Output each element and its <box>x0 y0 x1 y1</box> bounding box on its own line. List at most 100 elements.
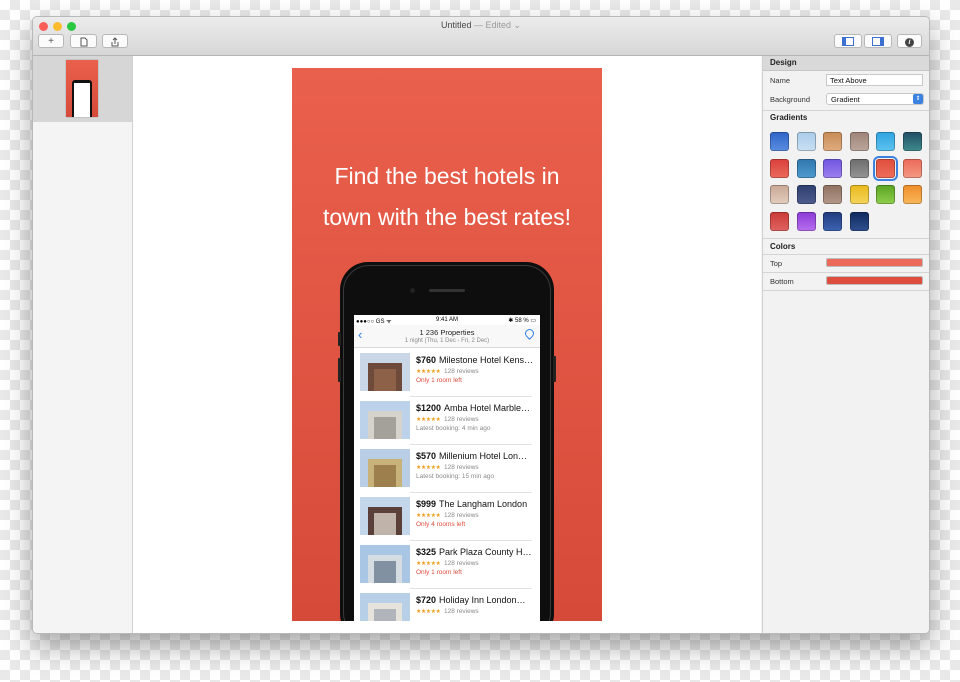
hotel-photo <box>360 449 410 487</box>
pages-sidebar <box>33 56 133 633</box>
camera-icon <box>410 288 415 293</box>
edited-indicator[interactable]: — Edited ⌄ <box>474 20 521 30</box>
toggle-right-sidebar-button[interactable] <box>864 34 892 48</box>
review-count: 128 reviews <box>444 608 479 615</box>
app-window: Untitled — Edited ⌄ + i Find the best ho… <box>32 16 930 634</box>
gradient-swatch[interactable] <box>849 132 869 151</box>
gradient-swatch[interactable] <box>796 185 816 204</box>
add-icon: + <box>48 36 54 47</box>
hotel-list-item[interactable]: $1200 Amba Hotel Marble… ★★★★★ 128 reviews L… <box>354 397 540 445</box>
review-count: 128 reviews <box>444 416 479 423</box>
headline-line-1: Find the best hotels in <box>334 163 560 189</box>
title-bar: Untitled — Edited ⌄ + i <box>33 17 929 56</box>
gradient-swatch[interactable] <box>823 158 842 178</box>
name-label: Name <box>770 76 791 85</box>
thumbnail-screen <box>74 83 90 117</box>
gradients-header: Gradients <box>770 113 808 122</box>
headline-line-2: town with the best rates! <box>322 204 571 230</box>
hotel-name: Park Plaza County H… <box>439 547 532 557</box>
gradient-swatch[interactable] <box>770 132 789 151</box>
gradient-swatch[interactable] <box>849 185 869 204</box>
gradient-swatch[interactable] <box>770 185 789 204</box>
background-label: Background <box>770 95 811 104</box>
hotel-photo <box>360 401 410 439</box>
add-button[interactable]: + <box>38 34 64 48</box>
design-header: Design <box>763 56 929 71</box>
hotel-price: $760 <box>416 355 437 365</box>
share-icon <box>111 37 119 47</box>
hotel-list-item[interactable]: $760 Milestone Hotel Kens… ★★★★★ 128 review… <box>354 349 540 397</box>
gradient-swatch[interactable] <box>902 158 922 178</box>
gradient-swatch[interactable] <box>796 132 816 151</box>
hotel-price: $999 <box>416 499 437 509</box>
gradient-swatch[interactable] <box>823 185 842 204</box>
review-count: 128 reviews <box>444 512 479 519</box>
gradient-swatch[interactable] <box>902 185 922 204</box>
gradient-swatch[interactable] <box>796 158 816 178</box>
star-rating-icon: ★★★★★ <box>416 609 441 615</box>
hotel-list-item[interactable]: $325 Park Plaza County H… ★★★★★ 128 reviews… <box>354 541 540 589</box>
mute-switch <box>338 332 341 346</box>
gradient-swatch[interactable] <box>823 132 842 151</box>
gradient-swatch[interactable] <box>849 211 869 231</box>
hotel-photo <box>360 497 410 535</box>
divider <box>763 110 929 111</box>
gradient-swatch[interactable] <box>849 158 869 178</box>
hotel-list-item[interactable]: $570 Millenium Hotel Lon… ★★★★★ 128 reviews… <box>354 445 540 493</box>
left-sidebar-icon <box>842 37 854 46</box>
gradient-swatch[interactable] <box>876 185 895 204</box>
star-rating-icon: ★★★★★ <box>416 465 441 471</box>
hotel-name: The Langham London <box>439 499 528 509</box>
background-select-value: Gradient <box>831 95 860 104</box>
hotel-list-item[interactable]: $999 The Langham London ★★★★★ 128 reviews On… <box>354 493 540 541</box>
page-thumbnail[interactable] <box>33 56 132 122</box>
phone-mockup[interactable]: ●●●○○ GS ᯤ 9:41 AM ✱ 58 % ▭ ‹ 1 236 Prop… <box>338 262 556 621</box>
star-rating-icon: ★★★★★ <box>416 561 441 567</box>
background-select[interactable]: Gradient ⇕ <box>826 93 924 105</box>
canvas[interactable]: Find the best hotels in town with the be… <box>133 56 761 633</box>
gradient-swatch[interactable] <box>873 155 898 181</box>
hotel-photo <box>360 593 410 621</box>
star-rating-icon: ★★★★★ <box>416 513 441 519</box>
top-color-label: Top <box>770 259 783 268</box>
window-title: Untitled — Edited ⌄ <box>440 20 522 30</box>
availability-note: Only 1 room left <box>416 377 462 384</box>
artboard[interactable]: Find the best hotels in town with the be… <box>292 68 602 621</box>
hotel-name: Holiday Inn London… <box>439 595 526 605</box>
gradient-swatch[interactable] <box>876 132 895 151</box>
gradient-swatch[interactable] <box>770 158 789 178</box>
availability-note: Only 4 rooms left <box>416 521 466 528</box>
hotel-list-item[interactable]: $720 Holiday Inn London… ★★★★★ 128 reviews <box>354 589 540 621</box>
gradient-swatch[interactable] <box>796 211 816 231</box>
name-field[interactable]: Text Above <box>826 74 923 86</box>
info-button[interactable]: i <box>897 34 922 48</box>
gradient-swatch[interactable] <box>770 211 789 231</box>
right-sidebar-icon <box>872 37 884 46</box>
headline-text[interactable]: Find the best hotels in town with the be… <box>292 156 602 238</box>
star-rating-icon: ★★★★★ <box>416 417 441 423</box>
inspector-panel: Design Name Text Above Background Gradie… <box>762 56 929 633</box>
info-icon: i <box>905 38 914 47</box>
bottom-color-well[interactable] <box>826 276 923 285</box>
thumbnail-phone <box>72 80 92 117</box>
nav-title: 1 236 Properties <box>419 328 475 337</box>
hotel-name: Millenium Hotel Lon… <box>439 451 528 461</box>
volume-up-button <box>338 358 341 382</box>
new-document-button[interactable] <box>70 34 97 48</box>
toggle-left-sidebar-button[interactable] <box>834 34 862 48</box>
gradient-swatch[interactable] <box>902 132 922 151</box>
hotel-price: $570 <box>416 451 437 461</box>
share-button[interactable] <box>102 34 128 48</box>
top-color-well[interactable] <box>826 258 923 267</box>
hotel-price: $1200 <box>416 403 442 413</box>
divider <box>763 290 929 291</box>
divider <box>763 272 929 273</box>
hotel-name: Amba Hotel Marble… <box>444 403 531 413</box>
gradient-swatch[interactable] <box>823 211 842 231</box>
colors-header: Colors <box>770 242 796 251</box>
availability-note: Latest booking: 4 min ago <box>416 425 491 432</box>
availability-note: Only 1 room left <box>416 569 462 576</box>
hotel-photo <box>360 545 410 583</box>
hotel-price: $325 <box>416 547 437 557</box>
status-time: 9:41 AM <box>436 317 459 323</box>
